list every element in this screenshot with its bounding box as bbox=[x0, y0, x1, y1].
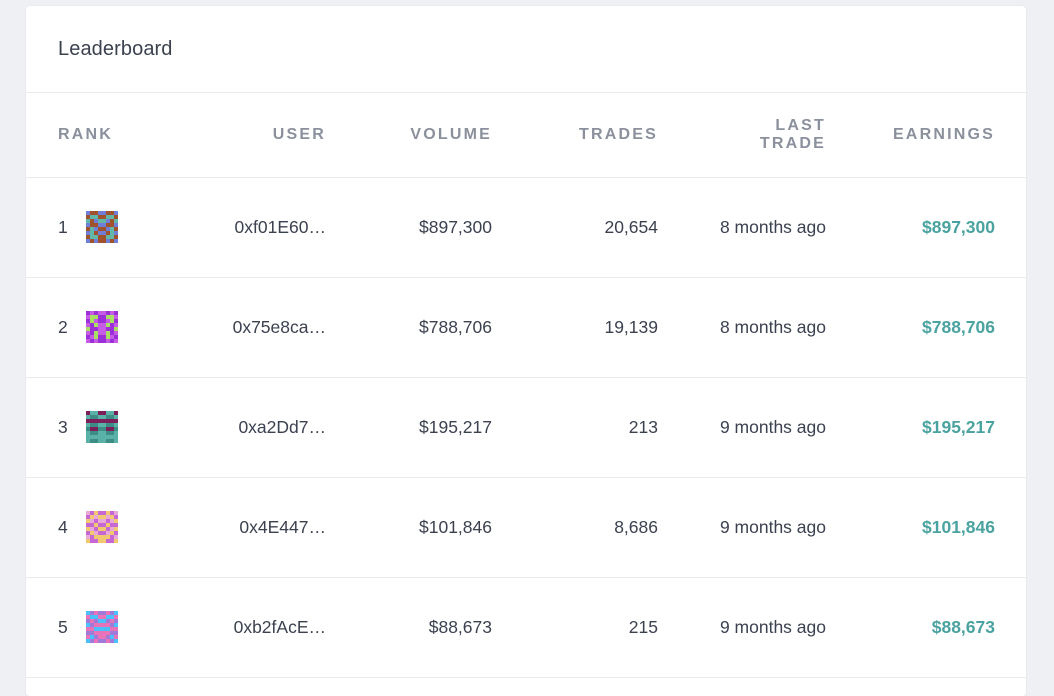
earnings-value: $195,217 bbox=[922, 416, 995, 437]
last-trade-cell: 9 months ago bbox=[658, 377, 826, 477]
table-row[interactable]: 3 0xa2Dd7… $195,217 213 9 months ago $19… bbox=[26, 377, 1026, 477]
trades-value: 213 bbox=[628, 416, 658, 437]
user-address[interactable]: 0xa2Dd7… bbox=[186, 377, 326, 477]
table-header-row: RANK USER VOLUME TRADES LAST TRADE EARNI… bbox=[26, 93, 1026, 177]
volume-value: $788,706 bbox=[419, 316, 492, 337]
identicon-avatar-icon[interactable] bbox=[86, 411, 118, 443]
table-row[interactable]: 1 0xf01E60… $897,300 20,654 8 months ago… bbox=[26, 177, 1026, 277]
identicon-avatar-icon[interactable] bbox=[86, 511, 118, 543]
rank-number: 1 bbox=[58, 216, 68, 237]
earnings-value: $897,300 bbox=[922, 216, 995, 237]
last-trade-cell: 9 months ago bbox=[658, 577, 826, 677]
user-address[interactable]: 0x75e8ca… bbox=[186, 277, 326, 377]
rank-number: 2 bbox=[58, 316, 68, 337]
identicon-avatar-icon[interactable] bbox=[86, 311, 118, 343]
identicon-avatar-icon[interactable] bbox=[86, 611, 118, 643]
trades-value: 215 bbox=[628, 616, 658, 637]
user-address[interactable]: 0xf01E60… bbox=[186, 177, 326, 277]
leaderboard-card: Leaderboard RANK USER VOLUME TRADES LAST… bbox=[26, 6, 1026, 696]
volume-value: $897,300 bbox=[419, 216, 492, 237]
column-header-last-trade[interactable]: LAST TRADE bbox=[658, 93, 826, 177]
volume-value: $101,846 bbox=[419, 516, 492, 537]
rank-number: 3 bbox=[58, 416, 68, 437]
leaderboard-table: RANK USER VOLUME TRADES LAST TRADE EARNI… bbox=[26, 93, 1026, 678]
column-header-volume[interactable]: VOLUME bbox=[326, 93, 492, 177]
rank-cell: 1 bbox=[26, 177, 186, 277]
earnings-value: $101,846 bbox=[922, 516, 995, 537]
leaderboard-header: Leaderboard bbox=[26, 6, 1026, 93]
rank-number: 4 bbox=[58, 516, 68, 537]
table-row[interactable]: 2 0x75e8ca… $788,706 19,139 8 months ago… bbox=[26, 277, 1026, 377]
column-header-trades[interactable]: TRADES bbox=[492, 93, 658, 177]
last-trade-value: 8 months ago bbox=[719, 217, 826, 237]
last-trade-cell: 8 months ago bbox=[658, 177, 826, 277]
volume-value: $195,217 bbox=[419, 416, 492, 437]
table-row[interactable]: 4 0x4E447… $101,846 8,686 9 months ago $… bbox=[26, 477, 1026, 577]
rank-cell: 2 bbox=[26, 277, 186, 377]
rank-cell: 5 bbox=[26, 577, 186, 677]
earnings-value: $788,706 bbox=[922, 316, 995, 337]
user-address[interactable]: 0xb2fAcE… bbox=[186, 577, 326, 677]
last-trade-value: 9 months ago bbox=[719, 417, 826, 437]
identicon-avatar-icon[interactable] bbox=[86, 211, 118, 243]
volume-value: $88,673 bbox=[428, 616, 492, 637]
trades-value: 19,139 bbox=[604, 316, 658, 337]
user-address[interactable]: 0x4E447… bbox=[186, 477, 326, 577]
earnings-value: $88,673 bbox=[931, 616, 995, 637]
rank-cell: 4 bbox=[26, 477, 186, 577]
column-header-rank[interactable]: RANK bbox=[26, 93, 186, 177]
leaderboard-title: Leaderboard bbox=[58, 37, 173, 60]
rank-number: 5 bbox=[58, 616, 68, 637]
column-header-user[interactable]: USER bbox=[186, 93, 326, 177]
last-trade-cell: 9 months ago bbox=[658, 477, 826, 577]
last-trade-value: 9 months ago bbox=[719, 517, 826, 537]
last-trade-cell: 8 months ago bbox=[658, 277, 826, 377]
last-trade-value: 9 months ago bbox=[719, 617, 826, 637]
trades-value: 8,686 bbox=[614, 516, 658, 537]
column-header-earnings[interactable]: EARNINGS bbox=[826, 93, 1026, 177]
table-row[interactable]: 5 0xb2fAcE… $88,673 215 9 months ago $88… bbox=[26, 577, 1026, 677]
last-trade-value: 8 months ago bbox=[719, 317, 826, 337]
trades-value: 20,654 bbox=[604, 216, 658, 237]
rank-cell: 3 bbox=[26, 377, 186, 477]
